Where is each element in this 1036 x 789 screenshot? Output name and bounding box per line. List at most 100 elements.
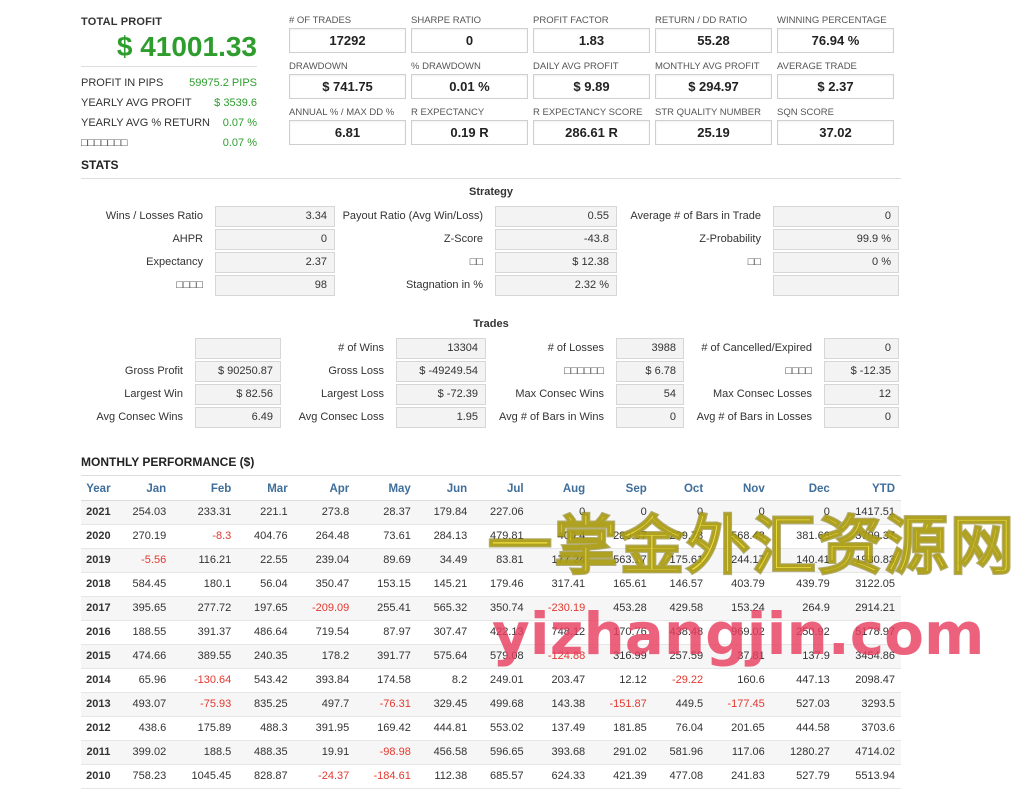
summary-row-label: YEARLY AVG % RETURN [81, 117, 210, 129]
stat-value: 98 [215, 275, 335, 296]
metric-drawdown: DRAWDOWN $ 741.75 [289, 61, 406, 99]
value-cell: 449.5 [652, 692, 710, 717]
metric-value: 76.94 % [777, 28, 894, 53]
metric-label: DAILY AVG PROFIT [533, 61, 619, 72]
stat-value: 1.95 [396, 407, 486, 428]
value-cell: 291.02 [591, 740, 653, 765]
value-cell: 399.02 [115, 740, 173, 765]
value-cell: 527.79 [770, 764, 836, 789]
value-cell: 969.02 [709, 620, 771, 645]
value-cell: 188.5 [172, 740, 238, 765]
divider [81, 66, 257, 67]
value-cell: 0 [529, 500, 592, 525]
stat-value: 0 [215, 229, 335, 250]
value-cell: 239.04 [293, 548, 356, 573]
value-cell: 179.84 [416, 500, 474, 525]
value-cell: 177.24 [529, 548, 592, 573]
column-header: Sep [591, 478, 653, 501]
value-cell: 34.49 [416, 548, 474, 573]
value-cell: -124.88 [529, 644, 592, 669]
value-cell: 391.95 [293, 716, 356, 741]
value-cell: 581.96 [652, 740, 710, 765]
value-cell: 596.65 [473, 740, 530, 765]
column-header: Jun [416, 478, 474, 501]
value-cell: 178.2 [293, 644, 356, 669]
value-cell: 488.35 [237, 740, 294, 765]
value-cell: -24.37 [293, 764, 356, 789]
metric-label: % DRAWDOWN [411, 61, 481, 72]
value-cell: 179.46 [473, 572, 530, 597]
value-cell: 284.13 [416, 524, 474, 549]
metric-label: SQN SCORE [777, 107, 835, 118]
value-cell: 381.66 [770, 524, 836, 549]
value-cell: 317.41 [529, 572, 592, 597]
summary-row: PROFIT IN PIPS 59975.2 PIPS [81, 73, 257, 93]
value-cell: 89.69 [355, 548, 417, 573]
column-header: Feb [172, 478, 238, 501]
value-cell: -98.98 [355, 740, 417, 765]
value-cell: 137.9 [770, 644, 836, 669]
metric-average-trade: AVERAGE TRADE $ 2.37 [777, 61, 894, 99]
column-header: Apr [293, 478, 356, 501]
value-cell: 169.42 [355, 716, 417, 741]
stat-label: Wins / Losses Ratio [105, 210, 203, 222]
value-cell: 233.31 [172, 500, 238, 525]
value-cell: 719.54 [293, 620, 356, 645]
value-cell: 565.32 [416, 596, 474, 621]
value-cell: 389.55 [172, 644, 238, 669]
value-cell: -151.87 [591, 692, 653, 717]
value-cell: 3709.37 [835, 524, 901, 549]
summary-row-value: 0.07 % [222, 117, 257, 129]
summary-row-label: YEARLY AVG PROFIT [81, 97, 192, 109]
value-cell: 76.04 [652, 716, 710, 741]
metric-value: 1.83 [533, 28, 650, 53]
stat-label: □□□□□□ [564, 365, 604, 377]
stat-value: $ 12.38 [495, 252, 617, 273]
value-cell: 264.9 [770, 596, 836, 621]
value-cell: 188.55 [115, 620, 173, 645]
monthly-performance-table: Year Jan Feb Mar Apr May Jun Jul Aug Sep Oct Nov Dec… [81, 478, 901, 789]
metric-label: RETURN / DD RATIO [655, 15, 748, 26]
value-cell: 568.48 [709, 524, 771, 549]
summary-row-value: $ 3539.6 [214, 97, 257, 109]
value-cell: 488.3 [237, 716, 294, 741]
value-cell: -209.09 [293, 596, 356, 621]
value-cell: 153.24 [709, 596, 771, 621]
summary-row-value: 59975.2 PIPS [189, 77, 257, 89]
value-cell: 180.1 [172, 572, 238, 597]
value-cell: 12.12 [591, 668, 653, 693]
value-cell: 250.92 [770, 620, 836, 645]
column-header: Nov [709, 478, 771, 501]
value-cell: 241.83 [709, 764, 771, 789]
value-cell: 140.41 [770, 548, 836, 573]
value-cell: 5178.97 [835, 620, 901, 645]
stat-value: 2.32 % [495, 275, 617, 296]
value-cell: 477.08 [652, 764, 710, 789]
value-cell: 227.06 [473, 500, 530, 525]
value-cell: 273.8 [293, 500, 356, 525]
metric-value: 286.61 R [533, 120, 650, 145]
summary-row-value: 0.07 % [222, 137, 257, 149]
stat-label [60, 338, 183, 358]
value-cell: 87.97 [355, 620, 417, 645]
value-cell: 143.38 [529, 692, 592, 717]
value-cell: 116.21 [172, 548, 238, 573]
stat-label: □□□□ [785, 365, 812, 377]
value-cell: 329.45 [416, 692, 474, 717]
value-cell: 264.48 [293, 524, 356, 549]
value-cell: 438.48 [652, 620, 710, 645]
value-cell: 748.12 [529, 620, 592, 645]
stat-label: Largest Loss [321, 388, 384, 400]
value-cell: 249.01 [473, 668, 530, 693]
stat-label: Stagnation in % [405, 279, 483, 291]
year-cell: 2012 [81, 716, 116, 741]
value-cell: 553.02 [473, 716, 530, 741]
column-header: May [355, 478, 417, 501]
year-cell: 2015 [81, 644, 116, 669]
value-cell: -184.61 [355, 764, 417, 789]
value-cell: 0 [770, 500, 836, 525]
stat-label: Avg # of Bars in Wins [499, 411, 604, 423]
stat-label: # of Cancelled/Expired [701, 342, 812, 354]
value-cell: 170.76 [591, 620, 653, 645]
value-cell: 421.39 [591, 764, 653, 789]
